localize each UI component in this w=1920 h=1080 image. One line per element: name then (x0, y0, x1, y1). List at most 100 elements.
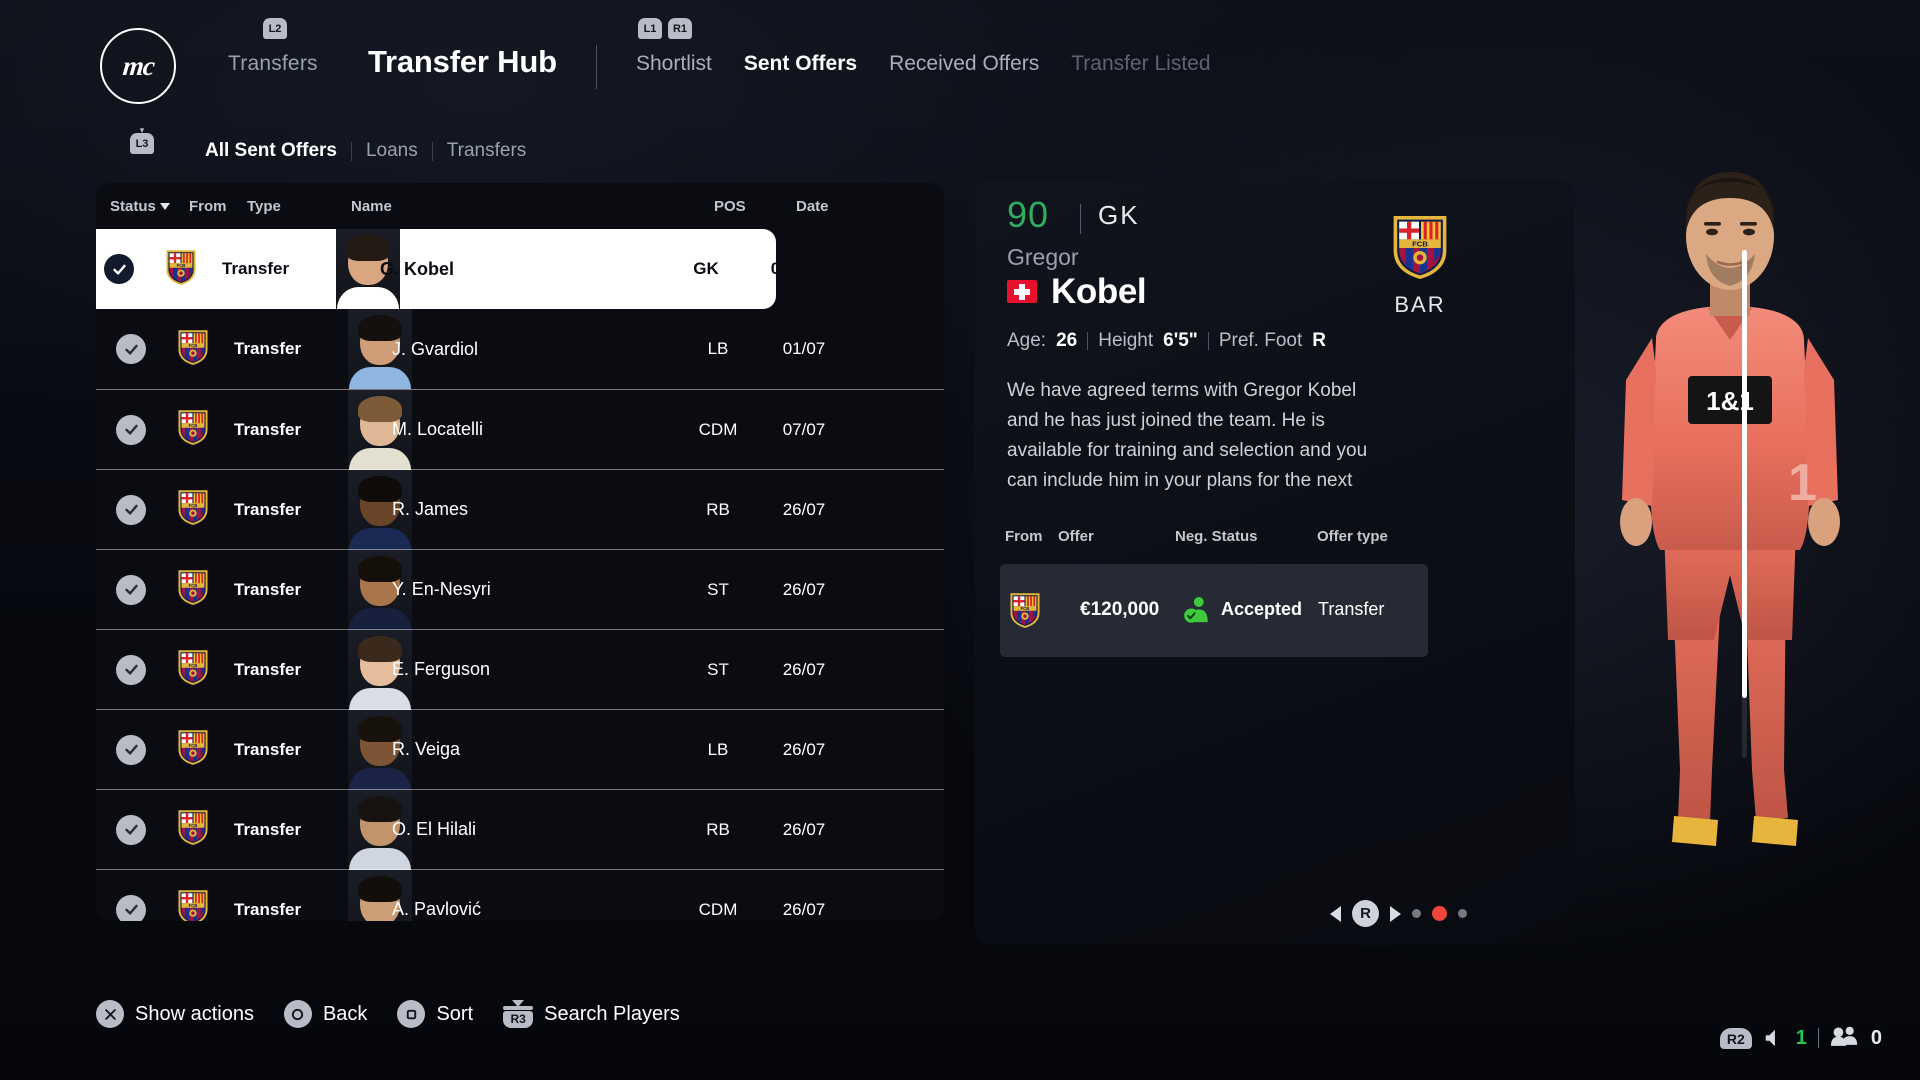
foot-label: Pref. Foot (1218, 330, 1303, 351)
header-tabs: Shortlist Sent Offers Received Offers Tr… (636, 52, 1211, 76)
players-count: 0 (1870, 1026, 1882, 1049)
row-status-checkbox[interactable] (116, 654, 146, 685)
fcb-crest-icon: FCB (1010, 593, 1040, 628)
list-scrollbar-thumb[interactable] (1742, 250, 1747, 698)
table-row[interactable]: FCB Transfer E. Ferguson ST 26/07 (96, 629, 944, 710)
row-status-checkbox[interactable] (116, 814, 146, 845)
table-row[interactable]: FCB Transfer A. Pavlović CDM 26/07 (96, 869, 944, 921)
fcb-crest-icon: FCB (178, 730, 208, 765)
check-icon (124, 824, 138, 835)
header-divider (596, 45, 597, 89)
row-status-checkbox[interactable] (116, 334, 146, 364)
row-date: 26/07 (782, 579, 826, 599)
carousel-dot-3[interactable] (1458, 909, 1467, 918)
row-status-checkbox[interactable] (116, 494, 146, 525)
row-status-checkbox[interactable] (116, 414, 146, 445)
row-date: 26/07 (782, 659, 826, 679)
table-row[interactable]: FCB Transfer M. Locatelli CDM 07/07 (96, 389, 944, 470)
check-icon (124, 344, 138, 355)
check-icon (124, 504, 138, 515)
row-status-checkbox[interactable] (104, 254, 134, 284)
row-date: 07/07 (782, 419, 826, 439)
column-header-from[interactable]: From (189, 198, 227, 215)
age-value: 26 (1056, 330, 1078, 351)
table-row[interactable]: FCB Transfer Y. En-Nesyri ST 26/07 (96, 549, 944, 630)
action-back[interactable]: Back (283, 1000, 368, 1028)
table-row[interactable]: FCB Transfer J. Gvardiol LB 01/07 (96, 309, 944, 389)
right-stick-hint: R (1352, 900, 1379, 927)
check-badge (116, 334, 146, 364)
status-hud: R2 1 0 (1719, 1024, 1882, 1052)
row-club-badge: FCB (164, 248, 198, 291)
check-badge (116, 814, 146, 845)
row-player-name: Y. En-Nesyri (392, 579, 491, 599)
fcb-crest-icon: FCB (178, 329, 208, 365)
player-detail-panel: 90 GK Gregor Kobel Age: 26 Height 6'5" P… (975, 180, 1575, 945)
offer-col-neg-status: Neg. Status (1175, 528, 1258, 545)
svg-text:FCB: FCB (189, 743, 198, 748)
cross-button-icon (96, 1000, 124, 1028)
fcb-crest-icon: FCB (178, 650, 208, 685)
table-row[interactable]: FCB Transfer R. James RB 26/07 (96, 469, 944, 550)
l2-hint-label: L2 (263, 18, 287, 39)
table-row[interactable]: FCB Transfer G. Kobel GK 01/07 (96, 229, 813, 309)
tab-shortlist[interactable]: Shortlist (636, 52, 712, 76)
tab-transfer-listed[interactable]: Transfer Listed (1071, 52, 1210, 76)
sub-tabs: All Sent Offers Loans Transfers (191, 140, 540, 162)
tab-received-offers[interactable]: Received Offers (889, 52, 1039, 76)
meta-divider-2 (1207, 332, 1209, 350)
fcb-crest-icon: FCB (178, 890, 208, 921)
l1-hint-label: L1 (638, 18, 662, 39)
action-sort[interactable]: Sort (397, 1000, 473, 1028)
action-show-actions[interactable]: Show actions (96, 1000, 254, 1028)
column-header-pos[interactable]: POS (714, 198, 746, 215)
row-type: Transfer (234, 579, 302, 599)
player-render-image: 1&1 1 (1560, 170, 1900, 860)
speaker-icon[interactable] (1763, 1027, 1785, 1049)
offer-table-row[interactable]: FCB €120,000 Accepted Transfer (1000, 564, 1428, 657)
column-header-date[interactable]: Date (796, 198, 829, 215)
row-status-checkbox[interactable] (116, 734, 146, 765)
row-status-checkbox[interactable] (116, 894, 146, 921)
club-logo: mc (100, 28, 176, 104)
check-icon (124, 904, 138, 915)
carousel-dot-1[interactable] (1412, 909, 1421, 918)
row-date: 26/07 (782, 819, 826, 839)
table-row[interactable]: FCB Transfer O. El Hilali RB 26/07 (96, 789, 944, 870)
row-date: 01/07 (770, 259, 814, 278)
detail-carousel: R (1330, 900, 1467, 927)
table-row[interactable]: FCB Transfer R. Veiga LB 26/07 (96, 709, 944, 790)
action-back-label: Back (322, 1002, 368, 1025)
r2-hint-label: R2 (1719, 1027, 1752, 1049)
row-club-badge: FCB (176, 808, 210, 851)
row-position: GK (693, 259, 719, 278)
row-position: ST (707, 659, 729, 679)
offer-table-header: From Offer Neg. Status Offer type (1005, 528, 1445, 562)
column-header-status-label: Status (110, 197, 156, 215)
row-date: 26/07 (782, 899, 826, 919)
row-club-badge: FCB (176, 648, 210, 691)
subtab-transfers[interactable]: Transfers (433, 140, 541, 162)
column-header-type[interactable]: Type (247, 198, 281, 215)
sent-offers-list-panel: Status From Type Name POS Date FCB Trans… (96, 183, 944, 921)
column-header-name[interactable]: Name (351, 198, 392, 215)
hud-divider (1817, 1028, 1819, 1048)
carousel-right-arrow-icon[interactable] (1390, 905, 1401, 922)
players-icon (1830, 1024, 1860, 1052)
row-position: CDM (698, 899, 738, 919)
carousel-left-arrow-icon[interactable] (1330, 905, 1341, 922)
breadcrumb[interactable]: Transfers (228, 52, 318, 76)
player-first-name: Gregor (1007, 244, 1079, 270)
column-header-status[interactable]: Status (110, 198, 170, 215)
carousel-dot-2-active[interactable] (1432, 906, 1447, 921)
check-icon (124, 584, 138, 595)
tab-sent-offers[interactable]: Sent Offers (744, 52, 857, 76)
subtab-all-sent-offers[interactable]: All Sent Offers (191, 140, 351, 162)
svg-text:FCB: FCB (189, 903, 198, 908)
row-status-checkbox[interactable] (116, 574, 146, 605)
action-search-players[interactable]: R3 Search Players (503, 1000, 680, 1028)
list-scrollbar[interactable] (1742, 250, 1747, 758)
subtab-loans[interactable]: Loans (352, 140, 432, 162)
rating-divider (1080, 204, 1081, 234)
page-title: Transfer Hub (368, 44, 557, 79)
